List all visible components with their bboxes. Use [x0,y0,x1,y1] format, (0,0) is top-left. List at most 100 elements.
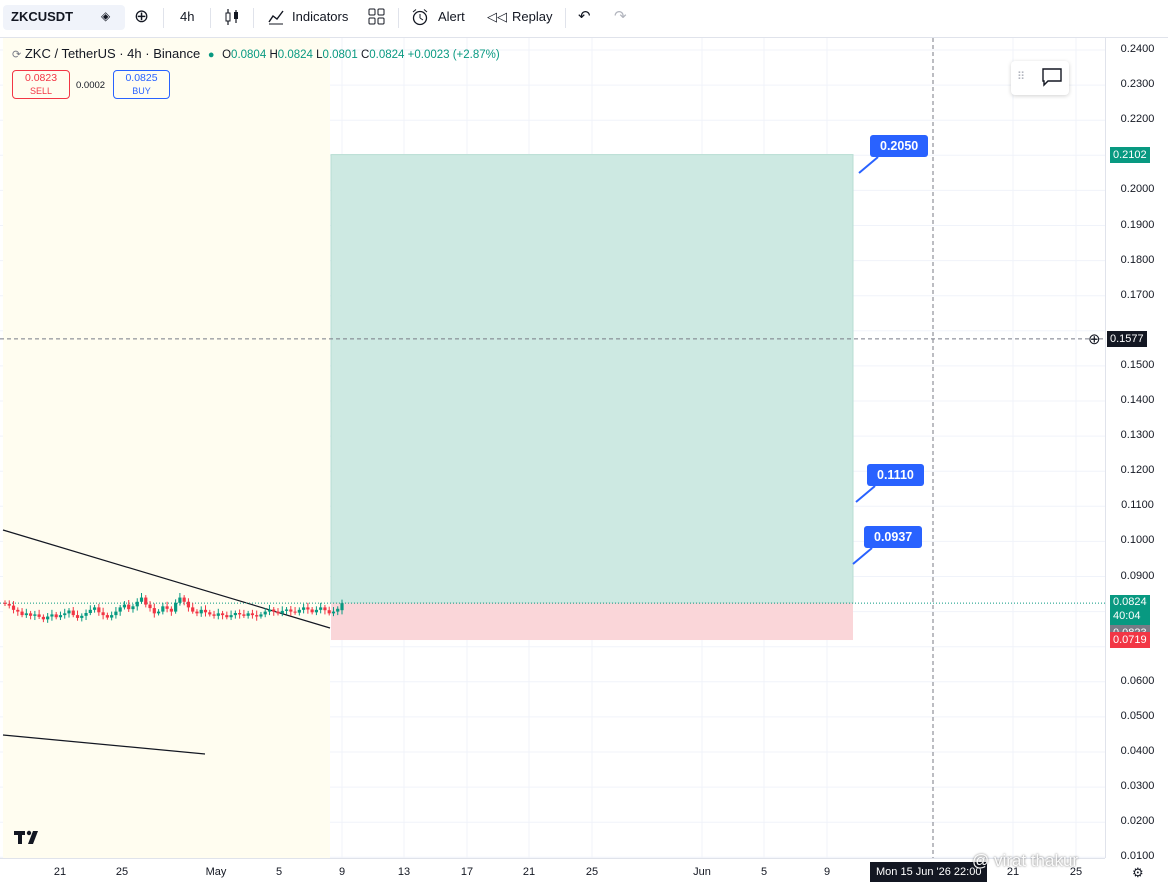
diamond-icon[interactable]: ◈ [101,9,110,23]
annotation-pointer [855,485,876,503]
close-value: 0.0824 [369,49,405,61]
candle-body [58,615,63,618]
sell-label: SELL [29,86,53,96]
candle-body [272,609,276,612]
annotation-pointer [852,547,873,565]
time-axis[interactable]: 25 21 9 5 Jun 25 21 17 13 9 5 May 25 21 Mon 15 Jun '2… [0,858,1105,888]
price-tick-label: 0.2300 [1120,78,1155,91]
candle-body [174,602,178,612]
time-tick-label: Jun [693,866,711,878]
drag-handle-icon[interactable]: ⠿ [1017,70,1025,83]
candle-body [220,613,225,616]
interval-button[interactable]: 4h [180,9,194,24]
toolbar-divider [565,8,566,28]
alert-button[interactable]: Alert [438,9,465,24]
price-tick-label: 0.0200 [1120,815,1155,828]
price-tick-label: 0.1200 [1120,464,1155,477]
market-status-icon: ● [207,49,215,61]
settings-gear-icon[interactable]: ⚙ [1132,865,1144,881]
candle-body [152,608,156,614]
sell-button[interactable]: 0.0823 SELL [12,70,70,99]
candle-body [293,611,297,613]
candle-body [306,607,310,610]
grid-icon [368,8,385,25]
candle-body [11,605,16,610]
price-tick-label: 0.1300 [1120,429,1155,442]
high-value: 0.0824 [277,49,313,61]
toolbar-divider [210,8,211,28]
price-tick-label: 0.2000 [1120,183,1155,196]
price-tick-label: 0.0400 [1120,745,1155,757]
candle-body [156,611,161,614]
candle-body [16,609,20,612]
candle-body [186,601,191,608]
toolbar-divider [253,8,254,28]
tradingview-logo[interactable] [13,829,43,850]
replay-button[interactable]: Replay [512,9,552,24]
candle-body [161,606,165,612]
floating-drawing-toolbar[interactable]: ⠿ [1011,61,1069,95]
long-position-profit-zone[interactable] [330,154,854,604]
candle-body [250,613,255,616]
last-price-value: 0.0824 [1113,596,1147,609]
candles-icon[interactable] [224,8,240,30]
symbol-label[interactable]: ZKCUSDT [11,9,73,24]
candle-body [314,609,319,613]
bar-countdown: 40:04 [1113,610,1141,623]
price-chart[interactable] [0,38,1105,858]
price-tick-label: 0.2400 [1120,43,1155,55]
candle-body [105,615,109,618]
time-tick-label: 5 [760,866,768,878]
long-position-loss-zone[interactable] [331,603,853,641]
toolbar-divider [398,8,399,28]
layouts-icon[interactable] [368,8,385,29]
candle-body [238,613,242,615]
time-tick-label: 21 [53,866,67,878]
target-price-label[interactable]: 0.2050 [870,135,929,157]
price-tick-label: 0.0300 [1120,780,1155,793]
price-tick-label: 0.0600 [1120,674,1155,687]
indicators-icon[interactable] [267,8,285,30]
replay-icon[interactable]: ◁◁ [487,9,507,25]
open-label: O [222,49,232,61]
undo-icon[interactable]: ↶ [578,7,591,25]
candle-body [255,615,259,617]
comment-icon[interactable] [1041,67,1063,92]
candle-body [169,608,173,612]
candle-body [67,610,71,614]
compare-plus-icon[interactable]: ⊕ [134,6,149,27]
close-label: C [360,49,370,61]
candle-body [114,611,118,616]
time-tick-label: 9 [338,866,346,878]
buy-button[interactable]: 0.0825 BUY [113,70,170,99]
candle-body [41,616,45,620]
candle-body [208,612,212,615]
top-toolbar: ZKCUSDT ◈ ⊕ 4h Indicators Alert ◁◁ Repla… [0,0,1168,38]
candle-body [37,614,41,617]
high-label: H [269,49,278,61]
highlight-range [3,38,330,858]
low-price-label[interactable]: 0.0937 [864,526,923,548]
price-tick-label: 0.1900 [1120,218,1155,231]
indicators-button[interactable]: Indicators [292,9,348,24]
time-tick-label: 25 [585,866,599,878]
candle-body [28,613,33,616]
low-value: 0.0801 [322,49,358,61]
candle-body [63,613,67,616]
candle-body [284,609,289,611]
chart-line-icon [268,10,284,25]
crosshair-time-tag: Mon 15 Jun '26 22:00 [870,862,988,882]
redo-icon[interactable]: ↷ [614,7,627,25]
price-tick-label: 0.1700 [1120,288,1155,301]
add-plus-icon[interactable]: ⊕ [1088,330,1101,348]
candle-body [242,614,246,616]
alarm-clock-icon[interactable] [411,8,429,30]
alert-clock-icon [412,9,428,26]
mid-price-label[interactable]: 0.1110 [867,464,924,486]
speech-bubble-icon [1042,68,1062,87]
candle-body [331,611,336,614]
price-axis[interactable]: 0.2102 ⊕ 0.1577 0.0824 40:04 0.0823 0.07… [1088,38,1168,862]
legend-title[interactable]: ZKC / TetherUS · 4h · Binance [25,46,200,61]
candle-body [33,614,37,616]
candle-body [135,601,139,607]
